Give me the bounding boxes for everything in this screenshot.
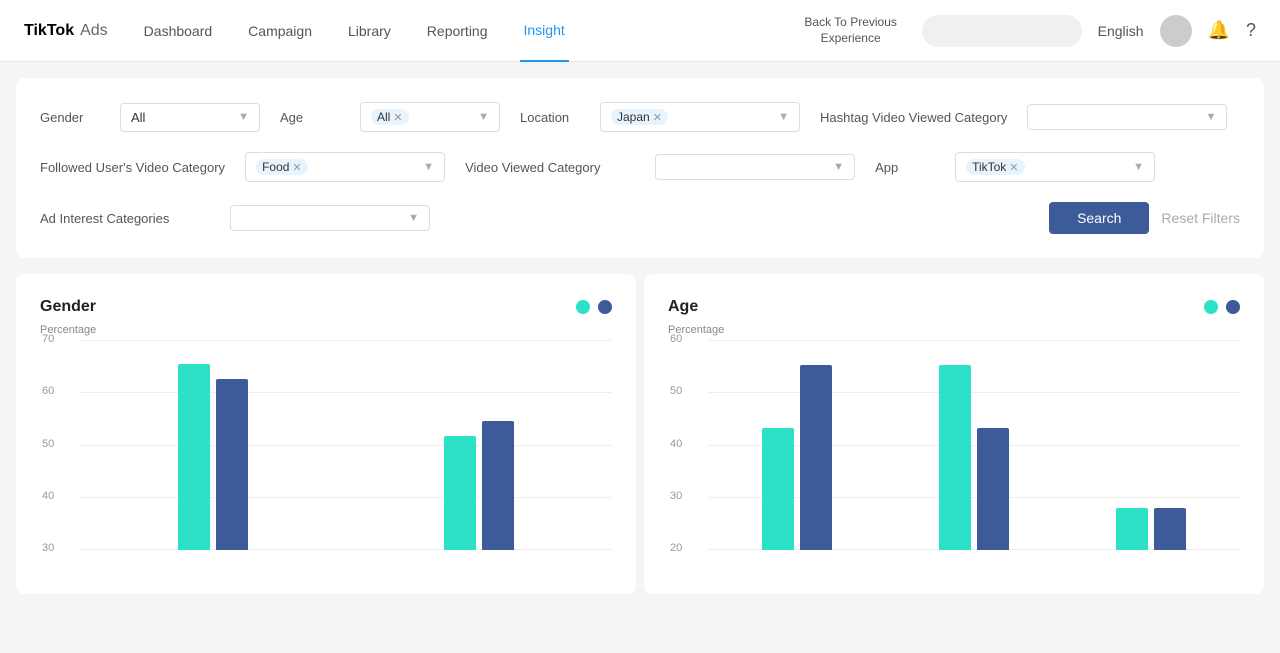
nav-right: Back To Previous Experience English 🔔 ? <box>796 15 1256 47</box>
bar-female-navy <box>216 379 248 550</box>
age-bars <box>708 340 1240 550</box>
nav-insight[interactable]: Insight <box>520 0 569 62</box>
age-y-label: Percentage <box>668 324 1240 336</box>
nav-library[interactable]: Library <box>344 0 395 62</box>
legend-navy <box>598 300 612 314</box>
app-tag: TikTok ✕ <box>966 159 1024 175</box>
age-chart-area: 60 50 40 30 20 <box>668 340 1240 570</box>
chevron-down-icon: ▼ <box>1206 111 1217 123</box>
legend-teal <box>576 300 590 314</box>
logo-ads: Ads <box>80 22 108 40</box>
bar-female-teal <box>178 364 210 550</box>
bar-1824-navy <box>800 365 832 550</box>
gender-chart-header: Gender <box>40 298 612 316</box>
nav-links: Dashboard Campaign Library Reporting Ins… <box>140 0 764 62</box>
bar-group-25-34 <box>885 365 1062 550</box>
bar-male-navy <box>482 421 514 550</box>
followed-dropdown[interactable]: Food ✕ ▼ <box>245 152 445 182</box>
chevron-down-icon: ▼ <box>423 161 434 173</box>
charts-row: Gender Percentage 70 60 50 40 30 <box>16 274 1264 594</box>
gender-dropdown[interactable]: All ▼ <box>120 103 260 132</box>
nav-reporting[interactable]: Reporting <box>423 0 492 62</box>
nav-search-box[interactable] <box>922 15 1082 47</box>
legend-teal <box>1204 300 1218 314</box>
age-tag-remove[interactable]: ✕ <box>393 111 402 124</box>
location-tag: Japan ✕ <box>611 109 668 125</box>
filter-section: Gender All ▼ Age All ✕ ▼ Location Japan … <box>16 78 1264 258</box>
gender-chart-card: Gender Percentage 70 60 50 40 30 <box>16 274 636 594</box>
chevron-down-icon: ▼ <box>408 212 419 224</box>
avatar[interactable] <box>1160 15 1192 47</box>
gender-y-label: Percentage <box>40 324 612 336</box>
chevron-down-icon: ▼ <box>778 111 789 123</box>
gender-value: All <box>131 110 145 125</box>
age-label: Age <box>280 110 340 125</box>
location-dropdown[interactable]: Japan ✕ ▼ <box>600 102 800 132</box>
gender-chart-area: 70 60 50 40 30 <box>40 340 612 570</box>
search-button[interactable]: Search <box>1049 202 1149 234</box>
ad-interest-label: Ad Interest Categories <box>40 211 210 226</box>
video-viewed-dropdown[interactable]: ▼ <box>655 154 855 180</box>
filter-row-3: Ad Interest Categories ▼ Search Reset Fi… <box>40 202 1240 234</box>
age-dropdown[interactable]: All ✕ ▼ <box>360 102 500 132</box>
filter-row-2: Followed User's Video Category Food ✕ ▼ … <box>40 152 1240 182</box>
back-to-previous[interactable]: Back To Previous Experience <box>796 15 906 46</box>
logo: TikTok Ads <box>24 22 108 40</box>
age-legend <box>1204 300 1240 314</box>
age-chart-card: Age Percentage 60 50 40 30 20 <box>644 274 1264 594</box>
bar-2534-teal <box>939 365 971 550</box>
bar-group-35-44 <box>1063 508 1240 550</box>
chevron-down-icon: ▼ <box>478 111 489 123</box>
chevron-down-icon: ▼ <box>238 111 249 123</box>
chevron-down-icon: ▼ <box>1133 161 1144 173</box>
bar-2534-navy <box>977 428 1009 550</box>
chevron-down-icon: ▼ <box>833 161 844 173</box>
bar-group-male <box>346 421 612 550</box>
app-dropdown[interactable]: TikTok ✕ ▼ <box>955 152 1155 182</box>
location-value: Japan ✕ <box>611 109 668 125</box>
nav-campaign[interactable]: Campaign <box>244 0 316 62</box>
filter-row-1: Gender All ▼ Age All ✕ ▼ Location Japan … <box>40 102 1240 132</box>
followed-label: Followed User's Video Category <box>40 160 225 175</box>
followed-tag-remove[interactable]: ✕ <box>292 161 301 174</box>
ad-interest-dropdown[interactable]: ▼ <box>230 205 430 231</box>
video-viewed-label: Video Viewed Category <box>465 160 635 175</box>
bar-group-female <box>80 364 346 550</box>
bar-3544-navy <box>1154 508 1186 550</box>
nav-dashboard[interactable]: Dashboard <box>140 0 217 62</box>
bar-male-teal <box>444 436 476 550</box>
bar-1824-teal <box>762 428 794 550</box>
legend-navy <box>1226 300 1240 314</box>
age-chart-title: Age <box>668 298 698 316</box>
app-label: App <box>875 160 935 175</box>
gender-chart-title: Gender <box>40 298 96 316</box>
bar-group-18-24 <box>708 365 885 550</box>
bar-3544-teal <box>1116 508 1148 550</box>
reset-filters-button[interactable]: Reset Filters <box>1161 210 1240 226</box>
age-chart-header: Age <box>668 298 1240 316</box>
notification-icon[interactable]: 🔔 <box>1208 20 1230 41</box>
language-selector[interactable]: English <box>1098 23 1144 39</box>
location-label: Location <box>520 110 580 125</box>
app-tag-remove[interactable]: ✕ <box>1009 161 1018 174</box>
age-value: All ✕ <box>371 109 409 125</box>
app-value: TikTok ✕ <box>966 159 1024 175</box>
followed-value: Food ✕ <box>256 159 308 175</box>
followed-tag: Food ✕ <box>256 159 308 175</box>
age-tag: All ✕ <box>371 109 409 125</box>
hashtag-dropdown[interactable]: ▼ <box>1027 104 1227 130</box>
logo-tiktok: TikTok <box>24 22 74 40</box>
hashtag-label: Hashtag Video Viewed Category <box>820 110 1007 125</box>
gender-label: Gender <box>40 110 100 125</box>
help-icon[interactable]: ? <box>1246 20 1256 41</box>
gender-bars <box>80 340 612 550</box>
gender-legend <box>576 300 612 314</box>
navbar: TikTok Ads Dashboard Campaign Library Re… <box>0 0 1280 62</box>
location-tag-remove[interactable]: ✕ <box>653 111 662 124</box>
